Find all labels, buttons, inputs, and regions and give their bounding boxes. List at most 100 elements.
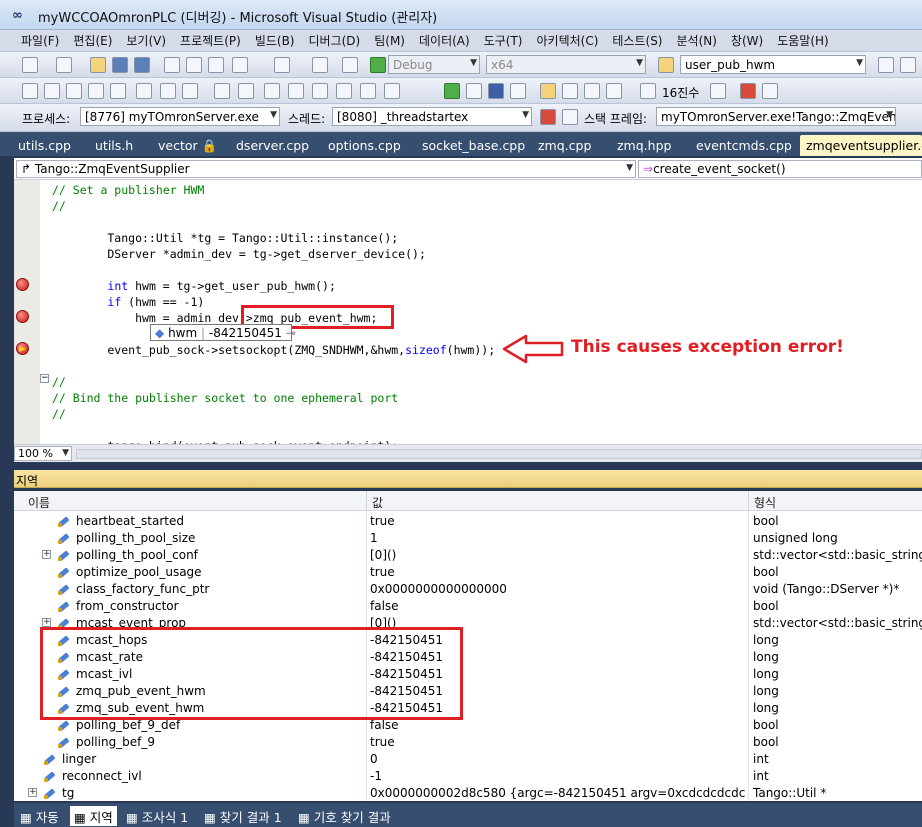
local-value[interactable]: true (370, 565, 746, 579)
scope-combo[interactable]: ↱ Tango::ZmqEventSupplier ▼ (16, 160, 636, 178)
locals-row[interactable]: + polling_th_pool_conf [0]() std::vector<st… (14, 547, 922, 564)
break-all-icon[interactable] (466, 83, 482, 99)
threads-icon[interactable] (710, 83, 726, 99)
redo-icon[interactable] (274, 57, 290, 73)
breakpoints-icon[interactable] (740, 83, 756, 99)
locals-row[interactable]: class_factory_func_ptr 0x0000000000000000… (14, 581, 922, 598)
expand-toggle-icon[interactable]: + (42, 618, 51, 627)
previous-bookmark-icon[interactable] (288, 83, 304, 99)
local-value[interactable]: 0x0000000000000000 (370, 582, 746, 596)
column-type-header[interactable]: 형식 (754, 494, 776, 511)
menu-window[interactable]: 창(W) (724, 32, 770, 49)
local-value[interactable]: true (370, 735, 746, 749)
tab-autos[interactable]: ▦ 자동 (20, 806, 59, 826)
process-combo[interactable]: [8776] myTOmronServer.exe ▼ (80, 107, 280, 126)
zoom-combo[interactable]: 100 % ▼ (14, 446, 72, 461)
next-bookmark-folder-icon[interactable] (360, 83, 376, 99)
tab-options-cpp[interactable]: options.cpp (328, 135, 401, 156)
locals-row[interactable]: + tg 0x0000000002d8c580 {argc=-842150451 a… (14, 785, 922, 801)
column-name-header[interactable]: 이름 (28, 494, 50, 511)
locals-row[interactable]: reconnect_ivl -1 int (14, 768, 922, 785)
menu-architecture[interactable]: 아키텍처(C) (529, 32, 605, 49)
member-combo[interactable]: ⇒create_event_socket() (638, 160, 922, 178)
cut-icon[interactable] (164, 57, 180, 73)
current-statement-breakpoint-icon[interactable] (16, 342, 29, 355)
step-into-icon[interactable] (562, 83, 578, 99)
data-tip[interactable]: ◆ hwm | -842150451 ⊸ (150, 324, 296, 341)
menu-data[interactable]: 데이터(A) (412, 32, 477, 49)
pin-icon[interactable]: ⊸ (286, 326, 296, 340)
menu-analyze[interactable]: 분석(N) (670, 32, 724, 49)
tab-find-results1[interactable]: ▦ 찾기 결과 1 (204, 806, 282, 826)
list-members-icon[interactable] (66, 83, 82, 99)
menu-help[interactable]: 도움말(H) (770, 32, 836, 49)
column-separator[interactable] (748, 491, 749, 511)
expand-toggle-icon[interactable]: + (28, 788, 37, 797)
menu-build[interactable]: 빌드(B) (248, 32, 302, 49)
solution-config-combo[interactable]: Debug ▼ (388, 55, 480, 74)
locals-row[interactable]: from_constructor false bool (14, 598, 922, 615)
complete-word-icon[interactable] (136, 83, 152, 99)
local-value[interactable]: true (370, 514, 746, 528)
local-value[interactable]: -1 (370, 769, 746, 783)
locals-row[interactable]: heartbeat_started true bool (14, 513, 922, 530)
save-icon[interactable] (112, 57, 128, 73)
code-editor[interactable]: // Set a publisher HWM// Tango::Util *tg… (14, 180, 922, 444)
solution-explorer-icon[interactable] (878, 57, 894, 73)
paste-icon[interactable] (208, 57, 224, 73)
stop-debugging-icon[interactable] (488, 83, 504, 99)
dropdown-arrow-icon[interactable] (762, 83, 778, 99)
restart-icon[interactable] (510, 83, 526, 99)
uncomment-icon[interactable] (238, 83, 254, 99)
parameter-info-icon[interactable] (88, 83, 104, 99)
column-separator[interactable] (366, 491, 367, 511)
tab-find-symbol-results[interactable]: ▦ 기호 찾기 결과 (298, 806, 391, 826)
new-project-icon[interactable] (22, 57, 38, 73)
local-value[interactable]: false (370, 599, 746, 613)
local-value[interactable]: 0x0000000002d8c580 {argc=-842150451 argv… (370, 786, 746, 800)
flag-all-icon[interactable] (562, 109, 578, 125)
quick-info-icon[interactable] (110, 83, 126, 99)
hex-display-icon[interactable] (640, 83, 656, 99)
local-value[interactable]: [0]() (370, 548, 746, 562)
show-next-statement-icon[interactable] (540, 83, 556, 99)
breakpoint-icon[interactable] (16, 310, 29, 323)
step-over-icon[interactable] (584, 83, 600, 99)
menu-team[interactable]: 팀(M) (367, 32, 412, 49)
next-bookmark-icon[interactable] (312, 83, 328, 99)
collapse-toggle-icon[interactable]: − (40, 374, 49, 383)
thread-combo[interactable]: [8080] _threadstartex ▼ (332, 107, 532, 126)
toggle-bookmark-icon[interactable] (264, 83, 280, 99)
tab-locals[interactable]: ▦ 지역 (70, 806, 117, 826)
tab-zmq-hpp[interactable]: zmq.hpp (617, 135, 671, 156)
local-value[interactable]: false (370, 718, 746, 732)
copy-icon[interactable] (186, 57, 202, 73)
expand-toggle-icon[interactable]: + (42, 550, 51, 559)
locals-row[interactable]: polling_bef_9 true bool (14, 734, 922, 751)
menu-edit[interactable]: 편집(E) (66, 32, 119, 49)
data-tip-value[interactable]: -842150451 (209, 326, 282, 340)
menu-test[interactable]: 테스트(S) (605, 32, 669, 49)
tab-utils-cpp[interactable]: utils.cpp (18, 135, 71, 156)
column-value-header[interactable]: 값 (372, 494, 383, 511)
tab-eventcmds-cpp[interactable]: eventcmds.cpp (696, 135, 792, 156)
locals-row[interactable]: polling_th_pool_size 1 unsigned long (14, 530, 922, 547)
continue-icon[interactable] (444, 83, 460, 99)
hex-label[interactable]: 16진수 (662, 84, 699, 101)
find-in-files-icon[interactable] (658, 57, 674, 73)
local-value[interactable]: 0 (370, 752, 746, 766)
tab-utils-h[interactable]: utils.h (95, 135, 133, 156)
save-all-icon[interactable] (134, 57, 150, 73)
properties-icon[interactable] (900, 57, 916, 73)
menu-file[interactable]: 파일(F) (14, 32, 66, 49)
prev-bookmark-folder-icon[interactable] (336, 83, 352, 99)
increase-indent-icon[interactable] (182, 83, 198, 99)
tab-zmqeventsupplier-cpp[interactable]: zmqeventsupplier.cpp (800, 135, 922, 156)
find-combo[interactable]: user_pub_hwm ▼ (680, 55, 866, 74)
format-icon[interactable] (22, 83, 38, 99)
horizontal-scrollbar[interactable] (76, 449, 922, 459)
format-selection-icon[interactable] (44, 83, 60, 99)
tab-watch1[interactable]: ▦ 조사식 1 (126, 806, 188, 826)
navigate-forward-icon[interactable] (342, 57, 358, 73)
clear-bookmarks-icon[interactable] (384, 83, 400, 99)
